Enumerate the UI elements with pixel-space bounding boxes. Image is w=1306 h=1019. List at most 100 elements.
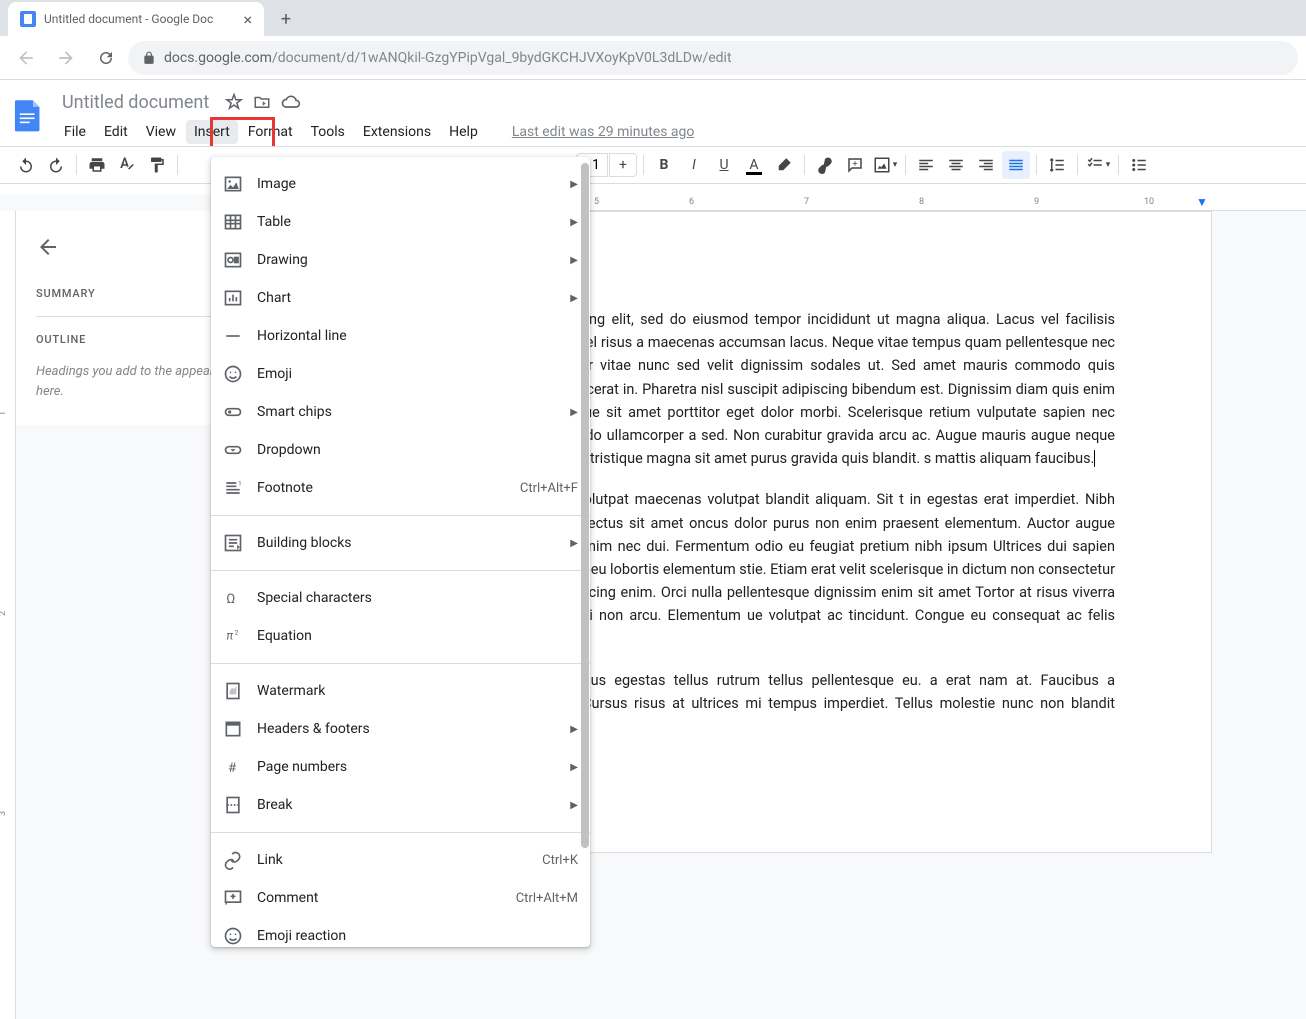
insert-building-blocks[interactable]: Building blocks ▶ bbox=[211, 524, 590, 562]
watermark-icon bbox=[223, 681, 243, 701]
undo-button[interactable] bbox=[12, 151, 40, 179]
dropdown-scrollbar[interactable] bbox=[581, 163, 589, 848]
insert-headers-footers[interactable]: Headers & footers ▶ bbox=[211, 710, 590, 748]
menu-extensions[interactable]: Extensions bbox=[355, 120, 439, 144]
insert-link-button[interactable] bbox=[811, 151, 839, 179]
chevron-right-icon: ▶ bbox=[570, 255, 578, 266]
reload-button[interactable] bbox=[88, 40, 124, 76]
align-center-button[interactable] bbox=[942, 151, 970, 179]
chevron-right-icon: ▶ bbox=[570, 179, 578, 190]
redo-icon bbox=[47, 156, 65, 174]
menu-insert[interactable]: Insert bbox=[186, 120, 238, 144]
highlight-button[interactable] bbox=[770, 151, 798, 179]
emoji-icon bbox=[223, 364, 243, 384]
menu-separator bbox=[211, 515, 590, 516]
menu-edit[interactable]: Edit bbox=[96, 120, 136, 144]
insert-special-characters[interactable]: Ω Special characters bbox=[211, 579, 590, 617]
chips-icon bbox=[223, 402, 243, 422]
insert-comment[interactable]: Comment Ctrl+Alt+M bbox=[211, 879, 590, 917]
address-bar[interactable]: docs.google.com/document/d/1wANQkil-GzgY… bbox=[128, 41, 1298, 75]
close-tab-icon[interactable]: × bbox=[243, 10, 252, 29]
insert-horizontal-line[interactable]: Horizontal line bbox=[211, 317, 590, 355]
svg-text:π: π bbox=[226, 628, 233, 642]
document-title[interactable]: Untitled document bbox=[56, 90, 215, 115]
cloud-status[interactable] bbox=[281, 92, 301, 112]
link-icon bbox=[223, 850, 243, 870]
folder-move-icon bbox=[253, 93, 271, 111]
insert-dropdown[interactable]: Dropdown bbox=[211, 431, 590, 469]
arrow-left-icon bbox=[36, 235, 60, 259]
redo-button[interactable] bbox=[42, 151, 70, 179]
tab-title: Untitled document - Google Doc bbox=[44, 12, 213, 26]
forward-button[interactable] bbox=[48, 40, 84, 76]
checklist-icon bbox=[1086, 156, 1104, 174]
bold-button[interactable]: B bbox=[650, 151, 678, 179]
chevron-right-icon: ▶ bbox=[570, 293, 578, 304]
move-button[interactable] bbox=[253, 93, 271, 111]
print-button[interactable] bbox=[83, 151, 111, 179]
align-left-icon bbox=[917, 156, 935, 174]
menubar: File Edit View Insert Format Tools Exten… bbox=[56, 118, 694, 146]
browser-tab-strip: Untitled document - Google Doc × + bbox=[0, 0, 1306, 36]
insert-link[interactable]: Link Ctrl+K bbox=[211, 841, 590, 879]
insert-emoji-reaction[interactable]: Emoji reaction bbox=[211, 917, 590, 947]
back-button[interactable] bbox=[8, 40, 44, 76]
insert-comment-button[interactable] bbox=[841, 151, 869, 179]
link-icon bbox=[816, 156, 834, 174]
line-spacing-icon bbox=[1048, 156, 1066, 174]
headers-icon bbox=[223, 719, 243, 739]
insert-smart-chips[interactable]: Smart chips ▶ bbox=[211, 393, 590, 431]
menu-format[interactable]: Format bbox=[240, 120, 301, 144]
pagenum-icon: # bbox=[223, 757, 243, 777]
insert-watermark[interactable]: Watermark bbox=[211, 672, 590, 710]
arrow-right-icon bbox=[56, 48, 76, 68]
text-color-button[interactable]: A bbox=[740, 151, 768, 179]
underline-button[interactable]: U bbox=[710, 151, 738, 179]
align-right-button[interactable] bbox=[972, 151, 1000, 179]
outline-back-button[interactable] bbox=[36, 235, 234, 263]
canvas-area: 5 6 7 8 9 10 ▼ 1 2 3 SUMMARY OUTLINE Hea… bbox=[0, 195, 1306, 1019]
image-icon bbox=[223, 174, 243, 194]
italic-button[interactable]: I bbox=[680, 151, 708, 179]
emoji-icon bbox=[223, 926, 243, 946]
insert-table[interactable]: Table ▶ bbox=[211, 203, 590, 241]
align-left-button[interactable] bbox=[912, 151, 940, 179]
menu-tools[interactable]: Tools bbox=[303, 120, 353, 144]
insert-page-numbers[interactable]: # Page numbers ▶ bbox=[211, 748, 590, 786]
paint-format-button[interactable] bbox=[143, 151, 171, 179]
chevron-right-icon: ▶ bbox=[570, 217, 578, 228]
vertical-ruler[interactable]: 1 2 3 bbox=[0, 211, 16, 1019]
ruler-marker-icon[interactable]: ▼ bbox=[1196, 195, 1208, 209]
menu-help[interactable]: Help bbox=[441, 120, 486, 144]
align-justify-button[interactable] bbox=[1002, 151, 1030, 179]
comment-icon bbox=[223, 888, 243, 908]
spellcheck-button[interactable] bbox=[113, 151, 141, 179]
star-button[interactable] bbox=[225, 93, 243, 111]
last-edit-link[interactable]: Last edit was 29 minutes ago bbox=[512, 124, 695, 140]
insert-image-button[interactable]: ▾ bbox=[871, 151, 899, 179]
insert-chart[interactable]: Chart ▶ bbox=[211, 279, 590, 317]
insert-footnote[interactable]: 1 Footnote Ctrl+Alt+F bbox=[211, 469, 590, 507]
break-icon bbox=[223, 795, 243, 815]
chevron-right-icon: ▶ bbox=[570, 724, 578, 735]
browser-tab[interactable]: Untitled document - Google Doc × bbox=[8, 2, 264, 36]
docs-logo[interactable] bbox=[8, 88, 48, 142]
insert-drawing[interactable]: Drawing ▶ bbox=[211, 241, 590, 279]
paint-roller-icon bbox=[148, 156, 166, 174]
font-size-increase[interactable]: + bbox=[609, 153, 637, 177]
insert-image[interactable]: Image ▶ bbox=[211, 165, 590, 203]
menu-view[interactable]: View bbox=[138, 120, 184, 144]
checklist-button[interactable]: ▾ bbox=[1084, 151, 1112, 179]
bullet-list-button[interactable] bbox=[1125, 151, 1153, 179]
star-icon bbox=[225, 93, 243, 111]
chevron-right-icon: ▶ bbox=[570, 800, 578, 811]
chart-icon bbox=[223, 288, 243, 308]
insert-break[interactable]: Break ▶ bbox=[211, 786, 590, 824]
text-cursor bbox=[1094, 450, 1095, 467]
insert-emoji[interactable]: Emoji bbox=[211, 355, 590, 393]
menu-file[interactable]: File bbox=[56, 120, 94, 144]
line-spacing-button[interactable] bbox=[1043, 151, 1071, 179]
new-tab-button[interactable]: + bbox=[272, 5, 300, 33]
insert-equation[interactable]: π2 Equation bbox=[211, 617, 590, 655]
table-icon bbox=[223, 212, 243, 232]
